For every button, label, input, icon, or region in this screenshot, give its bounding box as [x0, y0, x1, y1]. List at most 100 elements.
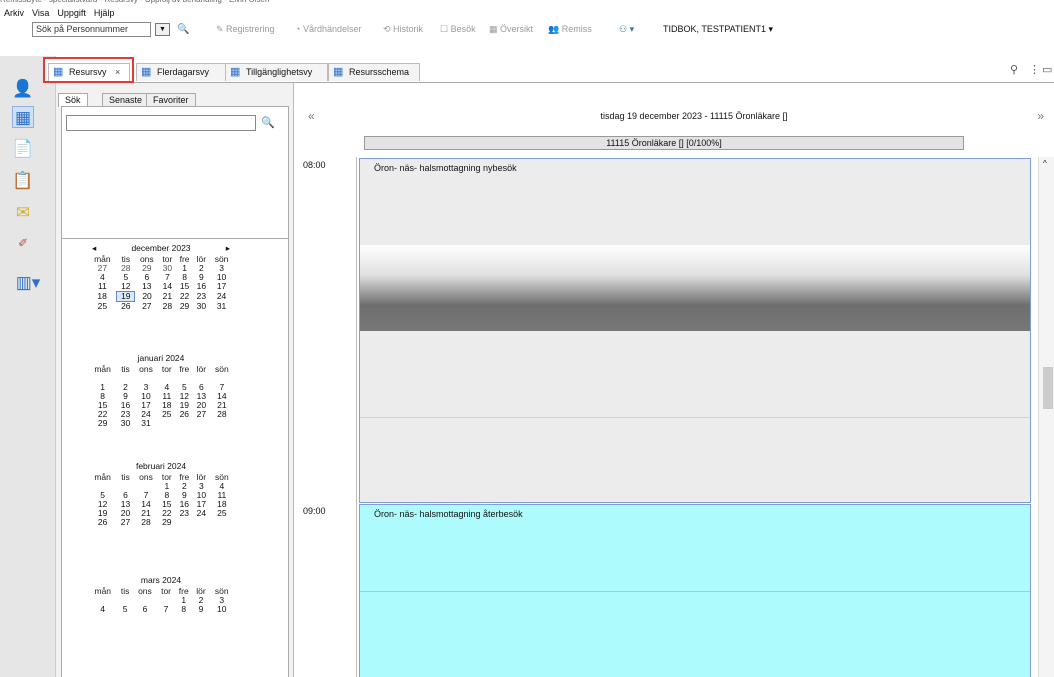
oversikt-button[interactable]: ▦ Översikt: [489, 24, 533, 35]
weekday-label: mån: [94, 472, 111, 482]
calendar-day[interactable]: 30: [117, 419, 134, 428]
tab-flerdagarsvy[interactable]: ▦ Flerdagarsvy: [136, 63, 227, 81]
next-month-button[interactable]: ▸: [226, 241, 230, 255]
calendar-area: ◂ ▸ december 2023 mån tis ons tor fre lör sön 27 28…: [61, 238, 289, 677]
tab-favoriter[interactable]: Favoriter: [146, 93, 196, 107]
menu-hjalp[interactable]: Hjälp: [94, 6, 115, 20]
scroll-up-icon[interactable]: ^: [1043, 159, 1047, 168]
calendar-day[interactable]: 10: [209, 605, 234, 614]
calendar-day[interactable]: 19: [116, 291, 136, 302]
menu-uppgift[interactable]: Uppgift: [57, 6, 86, 20]
prev-day-button[interactable]: «: [308, 109, 315, 123]
tab-sok[interactable]: Sök: [58, 93, 88, 107]
tab-resursvy[interactable]: ▦ Resursvy ×: [48, 63, 130, 81]
more-icon[interactable]: ⋮: [1029, 63, 1040, 76]
calendar-day[interactable]: 23: [176, 509, 194, 518]
calendar-day[interactable]: 25: [210, 509, 234, 518]
calendar-day[interactable]: 31: [134, 419, 158, 428]
search-icon[interactable]: 🔍: [177, 24, 189, 35]
calendar-day[interactable]: 27: [117, 518, 134, 527]
calendar-day[interactable]: 21: [159, 292, 176, 302]
calendar-day[interactable]: 28: [210, 410, 234, 419]
search-combo[interactable]: Sök på Personnummer: [32, 22, 151, 37]
weekday-label: ons: [138, 586, 152, 596]
close-icon[interactable]: ×: [115, 67, 120, 77]
calendar-day[interactable]: 29: [88, 419, 117, 428]
calendar-day[interactable]: 20: [135, 292, 159, 302]
menu-visa[interactable]: Visa: [32, 6, 49, 20]
user-group-icon[interactable]: ⚇ ▾: [619, 24, 634, 35]
month-title: december 2023: [131, 243, 191, 253]
weekday-label: tis: [120, 586, 130, 596]
tab-tillganglighetsvy-label: Tillgänglighetsvy: [246, 67, 313, 77]
besok-button[interactable]: ☐ Besök: [440, 24, 476, 35]
calendar-day[interactable]: 24: [193, 509, 210, 518]
calendar-day: [210, 419, 234, 428]
calendar-day[interactable]: 25: [88, 301, 117, 312]
schedule-view: « » tisdag 19 december 2023 - 11115 Öron…: [294, 83, 1054, 677]
calendar-day[interactable]: 26: [88, 518, 117, 527]
search-icon[interactable]: 🔍: [261, 116, 275, 129]
clipboard-icon[interactable]: 📋: [12, 170, 34, 192]
calendar-day[interactable]: 6: [133, 605, 157, 614]
calendar-day[interactable]: 24: [210, 292, 234, 302]
selected-slot[interactable]: [360, 245, 1030, 331]
calendar-day[interactable]: 27: [193, 410, 210, 419]
person-icon[interactable]: 👤: [12, 78, 34, 100]
block-label: Öron- näs- halsmottagning nybesök: [374, 163, 517, 173]
calendar-day[interactable]: 30: [193, 301, 209, 312]
calendar-clock-icon[interactable]: ▦: [12, 106, 34, 128]
calendar-day: [176, 518, 194, 527]
vardhandelser-label: Vårdhändelser: [302, 24, 362, 34]
window-icon[interactable]: ▭: [1042, 63, 1052, 76]
calendar-day[interactable]: 28: [159, 301, 176, 312]
calendar-day[interactable]: 8: [175, 605, 193, 614]
appointment-block-nybesok[interactable]: Öron- näs- halsmottagning nybesök: [359, 158, 1031, 503]
time-label: 09:00: [303, 506, 326, 516]
calendar-day[interactable]: 29: [158, 518, 176, 527]
envelope-icon[interactable]: ✉: [12, 202, 34, 224]
weekday-label: mån: [94, 364, 111, 374]
weekday-label: sön: [215, 364, 229, 374]
remiss-button[interactable]: 👥 Remiss: [548, 24, 592, 35]
document-icon[interactable]: 📄: [12, 138, 34, 160]
scroll-thumb[interactable]: [1043, 367, 1053, 409]
appointment-block-aterbesok[interactable]: Öron- näs- halsmottagning återbesök: [359, 504, 1031, 677]
calendar-day[interactable]: 25: [158, 410, 176, 419]
calendar-day[interactable]: 9: [193, 605, 210, 614]
share-icon[interactable]: ⚲: [1010, 63, 1018, 76]
tab-senaste[interactable]: Senaste: [102, 93, 150, 107]
next-day-button[interactable]: »: [1037, 109, 1044, 123]
vertical-scrollbar[interactable]: ^: [1038, 157, 1054, 677]
calendar-day[interactable]: 28: [134, 518, 158, 527]
calendar-day[interactable]: 5: [118, 605, 133, 614]
tab-tillganglighetsvy[interactable]: ▦ Tillgänglighetsvy: [225, 63, 328, 81]
time-label: 08:00: [303, 160, 326, 170]
calendar-day[interactable]: 18: [88, 292, 117, 302]
pen-icon[interactable]: ✐: [12, 232, 34, 254]
calendar-day[interactable]: 4: [88, 605, 118, 614]
calendar-day[interactable]: 27: [135, 301, 159, 312]
calendar-day[interactable]: 29: [176, 301, 193, 312]
module-sidebar: 👤 ▦ 📄 📋 ✉ ✐ ▥▾: [0, 56, 56, 677]
patient-selector[interactable]: TIDBOK, TESTPATIENT1 ▾: [663, 24, 773, 35]
slot-divider: [360, 417, 1030, 418]
calendar-day[interactable]: 26: [117, 302, 135, 312]
search-input[interactable]: [66, 115, 256, 131]
calendar-day[interactable]: 26: [176, 410, 194, 419]
search-dropdown-button[interactable]: ▼: [155, 23, 170, 36]
prev-month-button[interactable]: ◂: [92, 241, 96, 255]
calendar-day[interactable]: 22: [176, 292, 193, 302]
vardhandelser-button[interactable]: ◔ Vårdhändelser: [295, 24, 361, 34]
resource-column-header[interactable]: 11115 Öronläkare [] [0/100%]: [364, 136, 964, 150]
registrering-button[interactable]: ✎ Registrering: [216, 24, 275, 35]
calendar-day[interactable]: 31: [210, 301, 234, 312]
registrering-label: Registrering: [226, 24, 275, 34]
historik-button[interactable]: ⟲ Historik: [383, 24, 423, 35]
weekday-label: tis: [121, 472, 130, 482]
calendar-day[interactable]: 7: [157, 605, 175, 614]
calendar-day[interactable]: 23: [193, 292, 209, 302]
menu-arkiv[interactable]: Arkiv: [4, 6, 24, 20]
building-menu-icon[interactable]: ▥▾: [10, 272, 46, 294]
tab-resursschema[interactable]: ▦ Resursschema: [328, 63, 420, 81]
